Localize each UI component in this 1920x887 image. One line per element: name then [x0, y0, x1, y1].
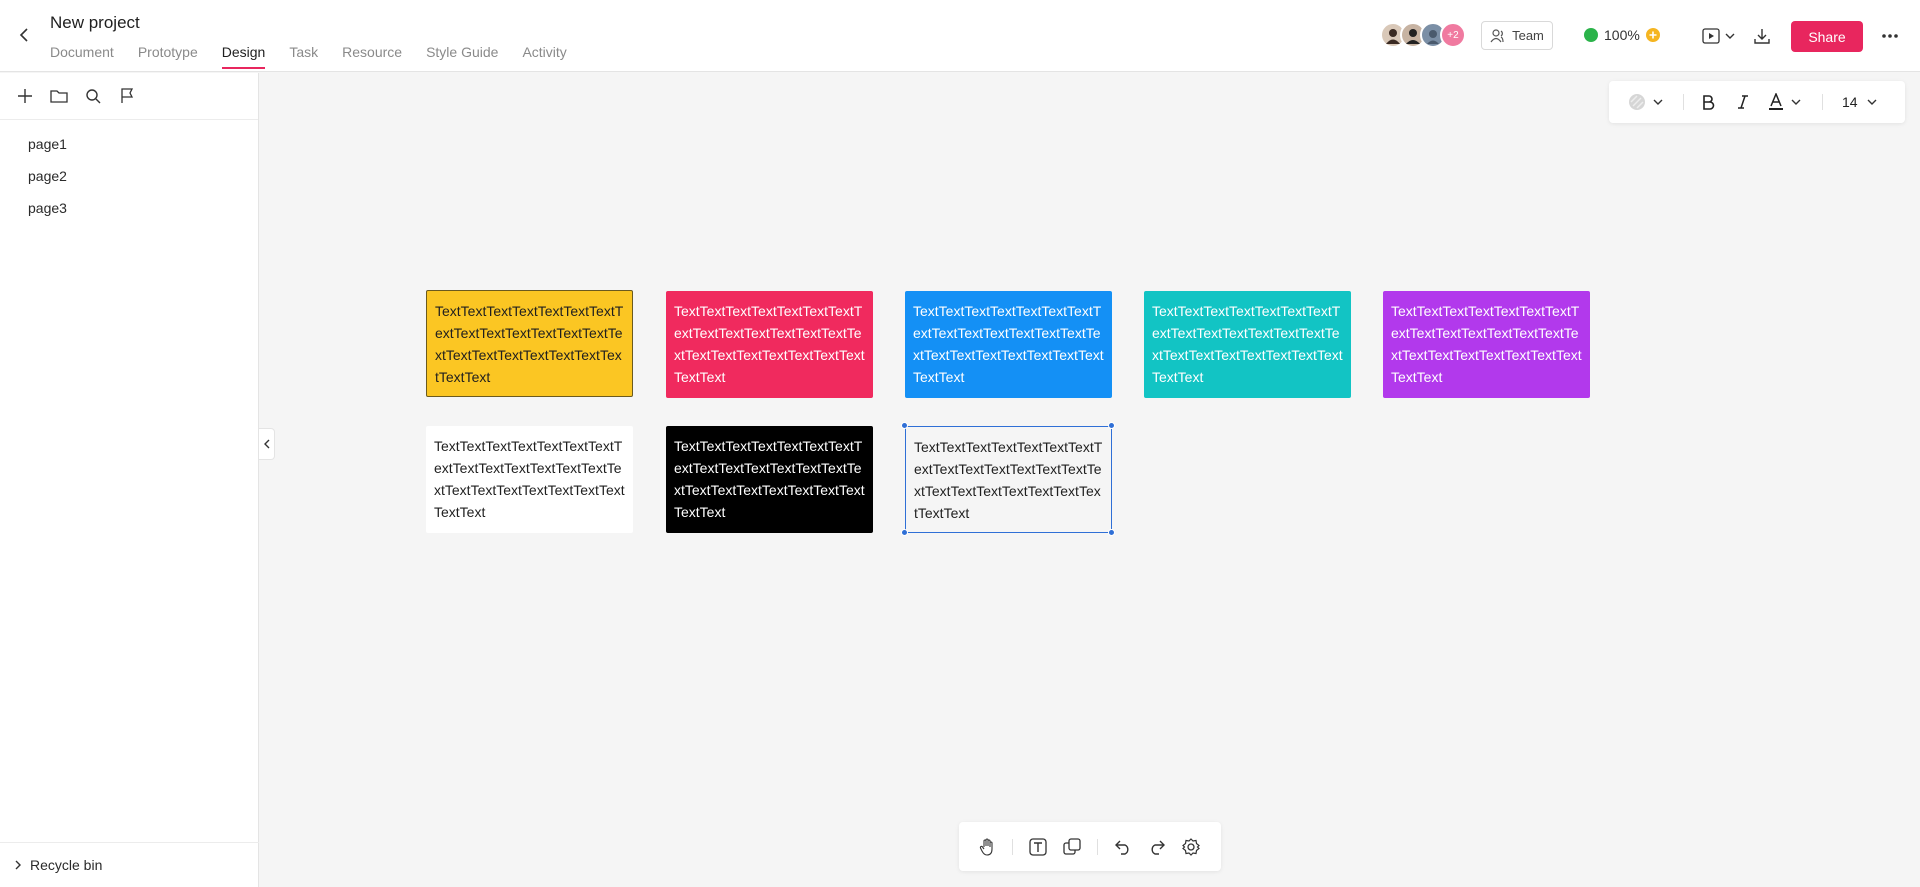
text-color-picker[interactable]	[1768, 91, 1802, 113]
tab-task[interactable]: Task	[289, 44, 318, 68]
bold-icon[interactable]	[1701, 91, 1715, 113]
page-list: page1 page2 page3	[0, 120, 258, 224]
search-icon[interactable]	[82, 85, 104, 107]
collapse-sidebar-handle[interactable]	[259, 428, 275, 460]
share-button[interactable]: Share	[1791, 21, 1863, 52]
avatar-more-count[interactable]: +2	[1440, 22, 1466, 48]
italic-icon[interactable]	[1736, 91, 1750, 113]
page-item[interactable]: page1	[0, 128, 258, 160]
tab-design[interactable]: Design	[221, 44, 265, 69]
zoom-level: 100%	[1604, 27, 1640, 43]
bottom-toolbar	[959, 822, 1221, 871]
resize-handle[interactable]	[1108, 422, 1115, 429]
team-label: Team	[1512, 28, 1544, 43]
people-icon	[1490, 28, 1504, 42]
shape-tool-icon[interactable]	[1061, 836, 1083, 858]
text-note[interactable]: TextTextTextTextTextTextTextTextTextText…	[1383, 291, 1590, 398]
collaborator-avatars[interactable]: +2	[1380, 22, 1466, 48]
settings-icon[interactable]	[1180, 836, 1202, 858]
font-size-value: 14	[1842, 94, 1858, 110]
download-icon[interactable]	[1753, 24, 1771, 48]
top-header: New project Document Prototype Design Ta…	[0, 0, 1920, 72]
page-item[interactable]: page2	[0, 160, 258, 192]
more-options-icon[interactable]	[1881, 24, 1899, 48]
text-note[interactable]: TextTextTextTextTextTextTextTextTextText…	[426, 426, 633, 533]
fill-color-picker[interactable]	[1628, 91, 1664, 113]
text-note[interactable]: TextTextTextTextTextTextTextTextTextText…	[666, 426, 873, 533]
text-note-selected[interactable]: TextTextTextTextTextTextTextTextTextText…	[905, 426, 1112, 533]
chevron-down-icon	[1791, 99, 1801, 105]
tab-bar: Document Prototype Design Task Resource …	[50, 44, 591, 69]
project-title: New project	[50, 13, 140, 32]
add-icon[interactable]	[1645, 28, 1660, 42]
chevron-down-icon	[1867, 99, 1877, 105]
redo-icon[interactable]	[1146, 836, 1168, 858]
text-note[interactable]: TextTextTextTextTextTextTextTextTextText…	[905, 291, 1112, 398]
text-tool-icon[interactable]	[1027, 836, 1049, 858]
chevron-right-icon	[15, 860, 21, 870]
text-note[interactable]: TextTextTextTextTextTextTextTextTextText…	[426, 290, 633, 397]
recycle-bin[interactable]: Recycle bin	[0, 842, 259, 887]
tab-prototype[interactable]: Prototype	[138, 44, 198, 68]
back-arrow-icon[interactable]	[14, 24, 36, 46]
chevron-left-icon	[263, 439, 269, 449]
text-note[interactable]: TextTextTextTextTextTextTextTextTextText…	[1144, 291, 1351, 398]
font-size-select[interactable]: 14	[1842, 91, 1878, 113]
status-online-icon	[1584, 28, 1598, 42]
text-format-toolbar: 14	[1609, 81, 1905, 123]
resize-handle[interactable]	[1108, 529, 1115, 536]
zoom-control[interactable]: 100%	[1584, 27, 1660, 43]
page-item[interactable]: page3	[0, 192, 258, 224]
fill-color-icon	[1629, 94, 1645, 110]
folder-icon[interactable]	[48, 85, 70, 107]
chevron-down-icon	[1653, 99, 1663, 105]
team-button[interactable]: Team	[1481, 21, 1553, 50]
page-sidebar: page1 page2 page3 Recycle bin	[0, 73, 259, 887]
plus-icon[interactable]	[14, 85, 36, 107]
flag-icon[interactable]	[116, 85, 138, 107]
hand-icon[interactable]	[976, 836, 998, 858]
undo-icon[interactable]	[1112, 836, 1134, 858]
tab-document[interactable]: Document	[50, 44, 114, 68]
chevron-down-icon	[1725, 33, 1735, 39]
text-color-icon	[1769, 93, 1783, 110]
tab-activity[interactable]: Activity	[522, 44, 566, 68]
preview-play-icon[interactable]	[1702, 24, 1736, 48]
text-note[interactable]: TextTextTextTextTextTextTextTextTextText…	[666, 291, 873, 398]
resize-handle[interactable]	[901, 529, 908, 536]
tab-style-guide[interactable]: Style Guide	[426, 44, 498, 68]
sidebar-toolbar	[0, 73, 258, 120]
resize-handle[interactable]	[901, 422, 908, 429]
tab-resource[interactable]: Resource	[342, 44, 402, 68]
recycle-bin-label: Recycle bin	[30, 857, 103, 873]
